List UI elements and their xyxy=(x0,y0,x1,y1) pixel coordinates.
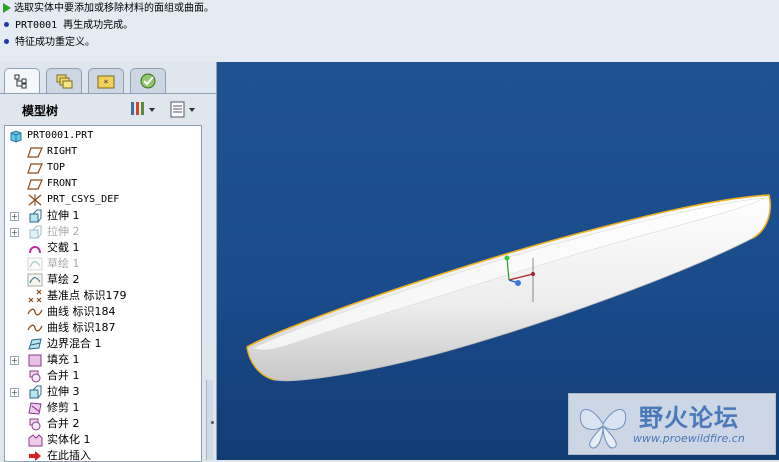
part-icon xyxy=(9,129,25,143)
extrude-icon xyxy=(27,209,43,223)
tools-dropdown-icon xyxy=(131,102,155,115)
tree-item-label: 合并 1 xyxy=(47,369,80,382)
shell-body[interactable] xyxy=(246,194,771,382)
navigator-sash[interactable] xyxy=(206,380,213,460)
history-tab[interactable] xyxy=(130,68,166,93)
tree-item-label: PRT_CSYS_DEF xyxy=(47,194,120,205)
navigator-panel: * 模型树 PRT0001.PRT RIGHT TOP FRONT PRT_CS… xyxy=(0,62,217,462)
svg-text:*: * xyxy=(104,79,109,89)
tree-item-label: 边界混合 1 xyxy=(47,337,102,350)
fill-icon xyxy=(27,353,43,367)
tree-item-label: 合并 2 xyxy=(47,417,80,430)
curve-icon xyxy=(27,305,43,319)
solidify-icon xyxy=(27,433,43,447)
tree-item-label: 修剪 1 xyxy=(47,401,80,414)
tree-show-button[interactable] xyxy=(168,99,198,121)
datum-point-icon xyxy=(27,289,43,303)
message-area: 选取实体中要添加或移除材料的面组或曲面。 PRT0001 再生成功完成。 特征成… xyxy=(0,0,779,63)
tree-item-label: FRONT xyxy=(47,178,78,189)
message-prompt: 选取实体中要添加或移除材料的面组或曲面。 xyxy=(2,1,214,17)
tab-divider xyxy=(0,93,216,94)
tree-settings-button[interactable] xyxy=(128,99,158,121)
tree-item-label: RIGHT xyxy=(47,146,78,157)
merge-icon xyxy=(27,369,43,383)
tree-item-label: 草绘 2 xyxy=(47,273,80,286)
tree-item-label: 草绘 1 xyxy=(47,257,80,270)
watermark-title: 野火论坛 xyxy=(639,404,739,432)
model-tree-icon xyxy=(14,74,27,89)
tree-item-label: TOP xyxy=(47,162,66,173)
datum-plane-icon xyxy=(27,145,43,159)
tree-title: 模型树 xyxy=(22,104,59,118)
model-tree-tab[interactable] xyxy=(4,68,40,94)
expand-toggle-icon[interactable]: + xyxy=(10,388,19,397)
message-info: 特征成功重定义。 xyxy=(2,35,95,51)
expand-toggle-icon[interactable]: + xyxy=(10,356,19,365)
forum-watermark: 野火论坛 www.proewildfire.cn xyxy=(568,393,776,455)
intersect-icon xyxy=(27,241,43,255)
sketch-icon xyxy=(27,273,43,287)
extrude-icon xyxy=(27,225,43,239)
tree-item-label: 拉伸 1 xyxy=(47,209,80,222)
trim-icon xyxy=(27,401,43,415)
tree-item-label: 基准点 标识179 xyxy=(47,289,127,302)
merge-icon xyxy=(27,417,43,431)
layer-tree-icon xyxy=(56,74,73,89)
tree-header: 模型树 xyxy=(0,96,216,124)
insert-here-icon xyxy=(27,449,43,461)
tree-item-label: 填充 1 xyxy=(47,353,80,366)
tree-item-label: PRT0001.PRT xyxy=(27,130,94,141)
butterfly-logo-icon xyxy=(579,409,627,449)
watermark-url: www.proewildfire.cn xyxy=(633,432,745,445)
curve-icon xyxy=(27,321,43,335)
message-info: PRT0001 再生成功完成。 xyxy=(2,18,133,34)
info-bullet-icon xyxy=(4,22,9,27)
prompt-arrow-icon xyxy=(3,3,11,13)
history-globe-icon xyxy=(140,73,156,89)
favorites-folder-icon: * xyxy=(97,75,115,89)
tree-item-label: 交截 1 xyxy=(47,241,80,254)
datum-plane-icon xyxy=(27,177,43,191)
boundary-blend-icon xyxy=(27,337,43,351)
tree-item-label: 曲线 标识184 xyxy=(47,305,116,318)
layer-tree-tab[interactable] xyxy=(46,68,82,93)
tree-item-label: 拉伸 3 xyxy=(47,385,80,398)
favorites-tab[interactable]: * xyxy=(88,68,124,93)
datum-plane-icon xyxy=(27,161,43,175)
sash-grip-icon xyxy=(211,421,214,424)
info-bullet-icon xyxy=(4,39,9,44)
tree-item-label: 曲线 标识187 xyxy=(47,321,116,334)
model-tree: PRT0001.PRT RIGHT TOP FRONT PRT_CSYS_DEF + 拉伸 … xyxy=(4,125,202,462)
extrude-icon xyxy=(27,385,43,399)
tree-item-label: 拉伸 2 xyxy=(47,225,80,238)
sketch-icon xyxy=(27,257,43,271)
expand-toggle-icon[interactable]: + xyxy=(10,228,19,237)
tree-item-label: 实体化 1 xyxy=(47,433,91,446)
show-list-dropdown-icon xyxy=(170,101,195,118)
csys-icon xyxy=(27,193,43,207)
expand-toggle-icon[interactable]: + xyxy=(10,212,19,221)
